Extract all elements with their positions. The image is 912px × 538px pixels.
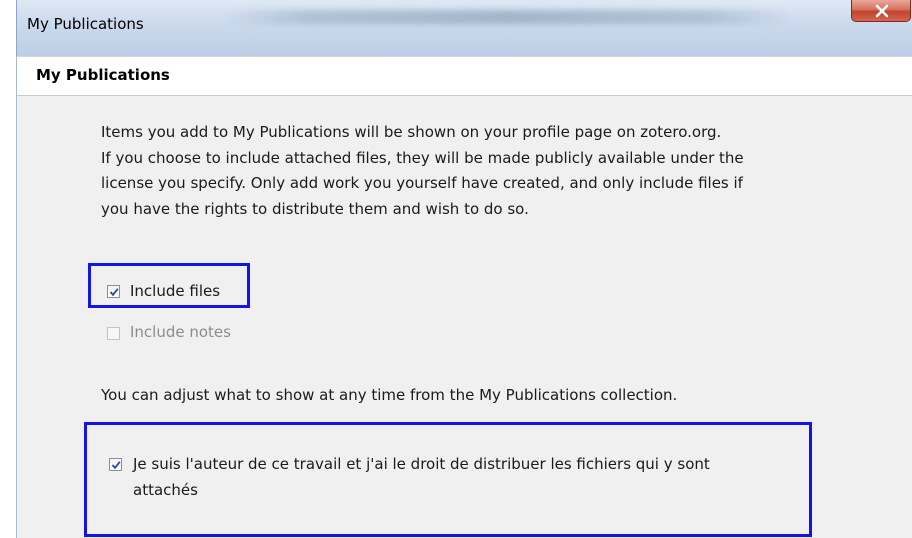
intro-text: Items you add to My Publications will be… (101, 120, 901, 222)
intro-line: If you choose to include attached files,… (101, 148, 744, 167)
highlight-box-author-rights (84, 422, 812, 537)
window-titlebar: My Publications (16, 0, 912, 56)
highlight-box-include-files (88, 263, 250, 308)
intro-line: you have the rights to distribute them a… (101, 199, 529, 218)
blurred-background-window (222, 10, 792, 24)
adjust-note: You can adjust what to show at any time … (101, 386, 678, 404)
dialog-body: My Publications Items you add to My Publ… (16, 56, 912, 538)
dialog-heading: My Publications (36, 66, 170, 84)
window-title: My Publications (27, 15, 144, 33)
dialog-header: My Publications (17, 56, 912, 96)
include-notes-checkbox[interactable] (107, 327, 120, 340)
intro-line: license you specify. Only add work you y… (101, 174, 743, 192)
intro-line: Items you add to My Publications will be… (101, 123, 722, 141)
close-button[interactable] (851, 0, 911, 22)
close-icon (875, 4, 889, 18)
include-notes-label: Include notes (130, 323, 231, 341)
